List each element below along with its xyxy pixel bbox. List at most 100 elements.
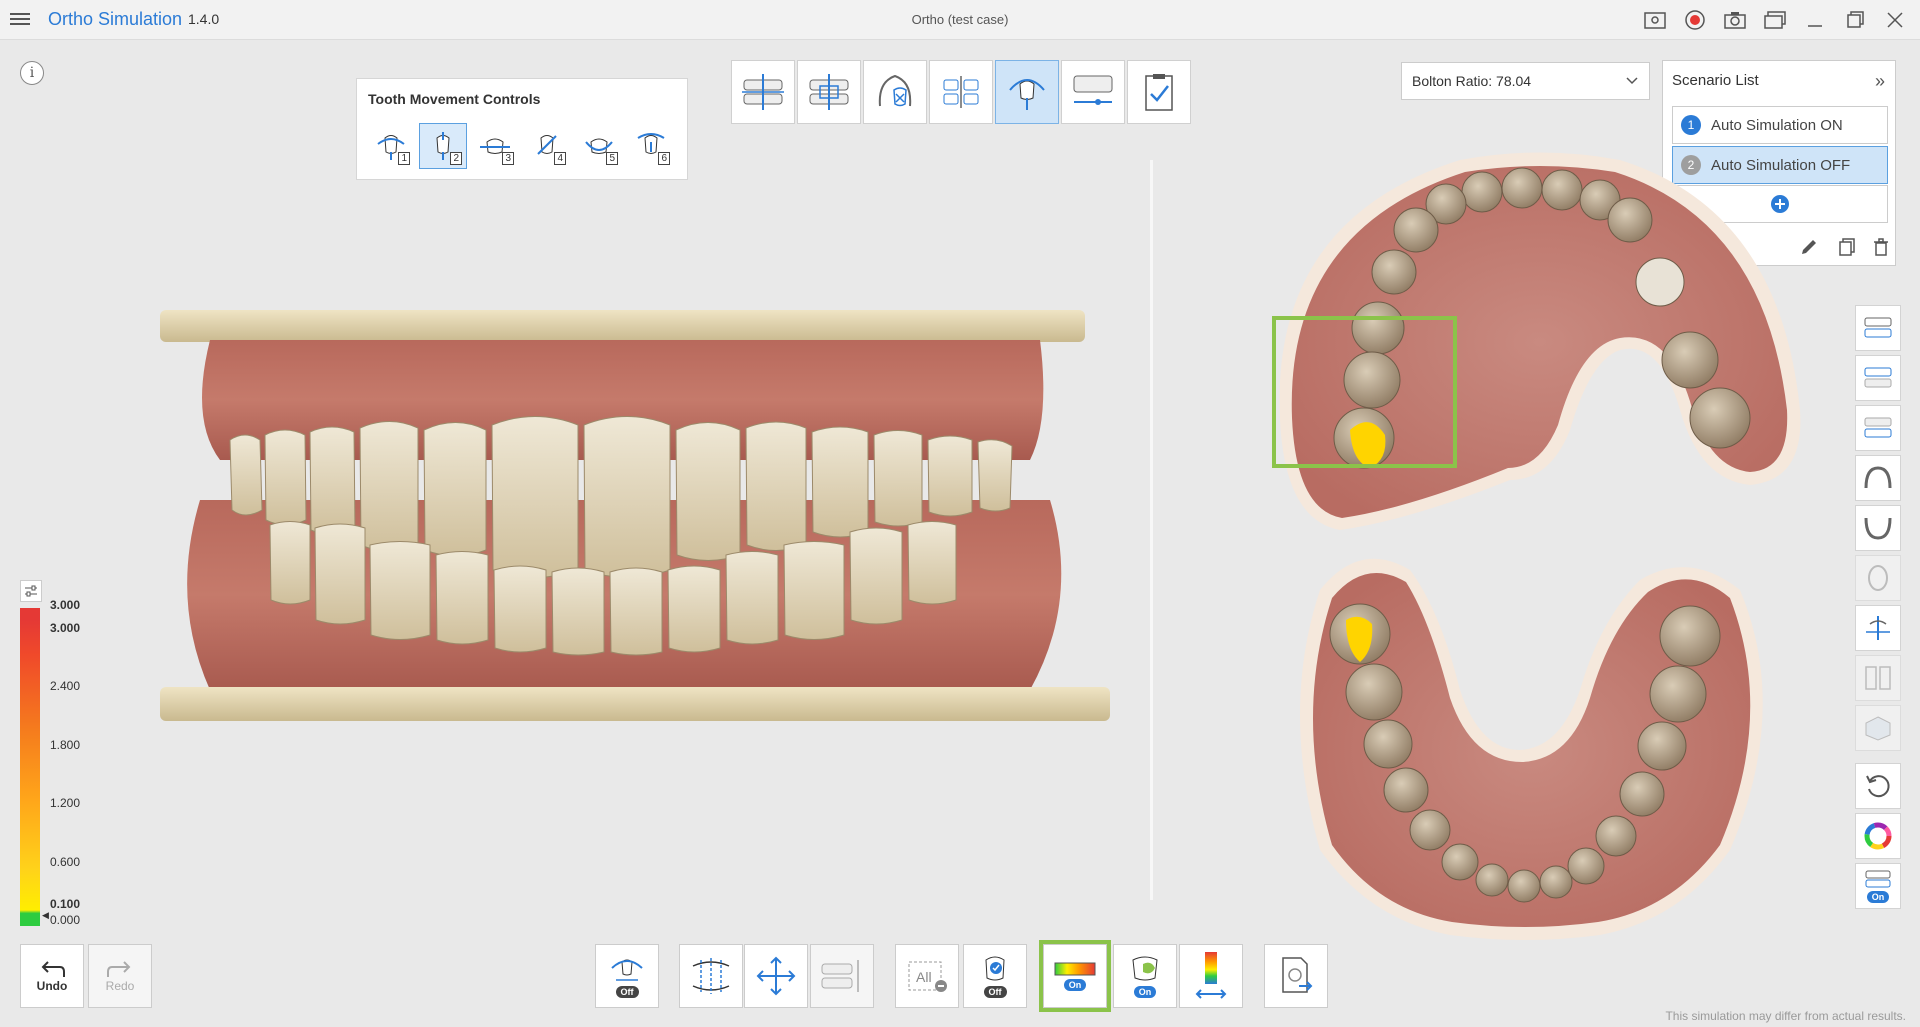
info-icon[interactable]: i bbox=[20, 61, 44, 85]
gradient-range-icon bbox=[1195, 952, 1227, 999]
contact-points-toggle-button[interactable]: On bbox=[1113, 944, 1177, 1008]
both-arches-view-icon[interactable] bbox=[1855, 305, 1901, 351]
mode-number: 4 bbox=[554, 152, 566, 165]
collision-map-toggle-button[interactable]: On bbox=[1039, 940, 1111, 1012]
move-arch-button[interactable] bbox=[744, 944, 808, 1008]
camera-icon[interactable] bbox=[1718, 6, 1752, 34]
rotate-reset-icon[interactable] bbox=[1855, 763, 1901, 809]
delete-trash-icon[interactable] bbox=[1867, 233, 1895, 261]
mode-number: 6 bbox=[658, 152, 670, 165]
window-title: Ortho (test case) bbox=[911, 12, 1009, 27]
scale-max-label: 3.000 bbox=[50, 598, 81, 612]
hamburger-menu-icon[interactable] bbox=[10, 10, 30, 28]
tooth-contact-icon bbox=[1132, 956, 1158, 981]
color-scale-bar bbox=[20, 608, 40, 926]
color-legend-range-button[interactable] bbox=[1179, 944, 1243, 1008]
collapse-panel-icon[interactable]: » bbox=[1875, 71, 1885, 92]
move-arrows-icon bbox=[756, 956, 796, 996]
scale-min-label: 0.000 bbox=[50, 913, 81, 927]
occlusal-arches-3d-view[interactable] bbox=[1260, 150, 1820, 940]
toggle-off-badge: Off bbox=[615, 986, 639, 998]
movement-mode-6-button[interactable]: 6 bbox=[627, 123, 675, 169]
undo-label: Undo bbox=[36, 979, 68, 993]
deselect-all-button[interactable]: All bbox=[895, 944, 959, 1008]
tooth-lock-icon bbox=[985, 956, 1005, 981]
tooth-movement-controls-panel: Tooth Movement Controls 1 2 3 4 5 6 bbox=[356, 78, 688, 180]
scale-label: 1.800 bbox=[50, 738, 81, 752]
ipr-tool-button[interactable] bbox=[1061, 60, 1125, 124]
color-map-icon bbox=[1054, 962, 1096, 976]
redo-arrow-icon bbox=[107, 961, 131, 977]
disclaimer-text: This simulation may differ from actual r… bbox=[1665, 1009, 1906, 1023]
mode-number: 1 bbox=[398, 152, 410, 165]
window-controls bbox=[1638, 6, 1912, 34]
occlusal-plane-tool-button[interactable] bbox=[797, 60, 861, 124]
vertical-adjust-button[interactable] bbox=[810, 944, 874, 1008]
tooth-exclusion-tool-button[interactable] bbox=[863, 60, 927, 124]
fixed-teeth-toggle-button[interactable]: Off bbox=[963, 944, 1027, 1008]
lower-arch-view-icon[interactable] bbox=[1855, 405, 1901, 451]
cube-view-icon[interactable] bbox=[1855, 705, 1901, 751]
undo-arrow-icon bbox=[41, 961, 65, 977]
view-side-toolbar: On bbox=[1855, 305, 1901, 913]
scale-label: 3.000 bbox=[50, 621, 81, 635]
upper-arch-view-icon[interactable] bbox=[1855, 355, 1901, 401]
minimize-icon[interactable] bbox=[1798, 6, 1832, 34]
gallery-icon[interactable] bbox=[1758, 6, 1792, 34]
scale-label: 0.600 bbox=[50, 855, 81, 869]
view-divider bbox=[1150, 160, 1153, 900]
chevron-down-icon bbox=[1626, 77, 1638, 85]
toggle-off-badge: Off bbox=[983, 986, 1007, 998]
maxilla-occlusal-icon[interactable] bbox=[1855, 455, 1901, 501]
bolton-ratio-dropdown[interactable]: Bolton Ratio: 78.04 bbox=[1401, 62, 1650, 100]
midline-tool-button[interactable] bbox=[731, 60, 795, 124]
auto-movement-toggle-button[interactable]: Off bbox=[595, 944, 659, 1008]
split-arch-icon[interactable] bbox=[1855, 555, 1901, 601]
confirm-checklist-button[interactable] bbox=[1127, 60, 1191, 124]
movement-mode-3-button[interactable]: 3 bbox=[471, 123, 519, 169]
movement-mode-2-button[interactable]: 2 bbox=[419, 123, 467, 169]
movement-mode-1-button[interactable]: 1 bbox=[367, 123, 415, 169]
scenario-number-badge: 1 bbox=[1681, 115, 1701, 135]
all-text: All bbox=[916, 969, 932, 985]
redo-button[interactable]: Redo bbox=[88, 944, 152, 1008]
layout-view-icon[interactable] bbox=[1638, 6, 1672, 34]
scale-label: 1.200 bbox=[50, 796, 81, 810]
color-wheel-icon[interactable] bbox=[1855, 813, 1901, 859]
close-icon[interactable] bbox=[1878, 6, 1912, 34]
tooth-movement-tool-button[interactable] bbox=[995, 60, 1059, 124]
tooth-rotate-icon bbox=[611, 959, 643, 981]
redo-label: Redo bbox=[105, 979, 135, 993]
scenario-list-title: Scenario List bbox=[1672, 72, 1759, 89]
color-scale-legend: 3.000 3.000 2.400 1.800 1.200 0.600 0.10… bbox=[18, 580, 98, 932]
occlusion-toggle-icon[interactable]: On bbox=[1855, 863, 1901, 909]
arch-alignment-tool-button[interactable] bbox=[929, 60, 993, 124]
duplicate-icon[interactable] bbox=[1833, 233, 1861, 261]
export-report-button[interactable] bbox=[1264, 944, 1328, 1008]
toggle-on-badge: On bbox=[1063, 979, 1087, 991]
spacing-tool-button[interactable] bbox=[679, 944, 743, 1008]
frontal-teeth-3d-view[interactable] bbox=[150, 300, 1120, 750]
app-title: Ortho Simulation bbox=[48, 9, 183, 29]
scale-settings-icon[interactable] bbox=[20, 580, 42, 602]
mode-number: 5 bbox=[606, 152, 618, 165]
scale-pointer-icon[interactable]: ◀ bbox=[42, 910, 49, 921]
scenario-label: Auto Simulation ON bbox=[1711, 116, 1843, 134]
app-version: 1.4.0 bbox=[188, 11, 220, 27]
dual-view-icon[interactable] bbox=[1855, 655, 1901, 701]
all-minus-icon: All bbox=[908, 961, 947, 992]
record-icon[interactable] bbox=[1678, 6, 1712, 34]
mandible-occlusal-icon[interactable] bbox=[1855, 505, 1901, 551]
movement-mode-4-button[interactable]: 4 bbox=[523, 123, 571, 169]
scenario-item-auto-on[interactable]: 1 Auto Simulation ON bbox=[1672, 106, 1888, 144]
reference-axis-icon[interactable] bbox=[1855, 605, 1901, 651]
maximize-icon[interactable] bbox=[1838, 6, 1872, 34]
highlight-collision-region bbox=[1272, 316, 1457, 468]
bolton-ratio-value: Bolton Ratio: 78.04 bbox=[1412, 73, 1532, 89]
mode-number: 2 bbox=[450, 152, 462, 165]
panel-title: Tooth Movement Controls bbox=[368, 91, 541, 107]
mode-number: 3 bbox=[502, 152, 514, 165]
scale-label: 2.400 bbox=[50, 679, 81, 693]
undo-button[interactable]: Undo bbox=[20, 944, 84, 1008]
movement-mode-5-button[interactable]: 5 bbox=[575, 123, 623, 169]
